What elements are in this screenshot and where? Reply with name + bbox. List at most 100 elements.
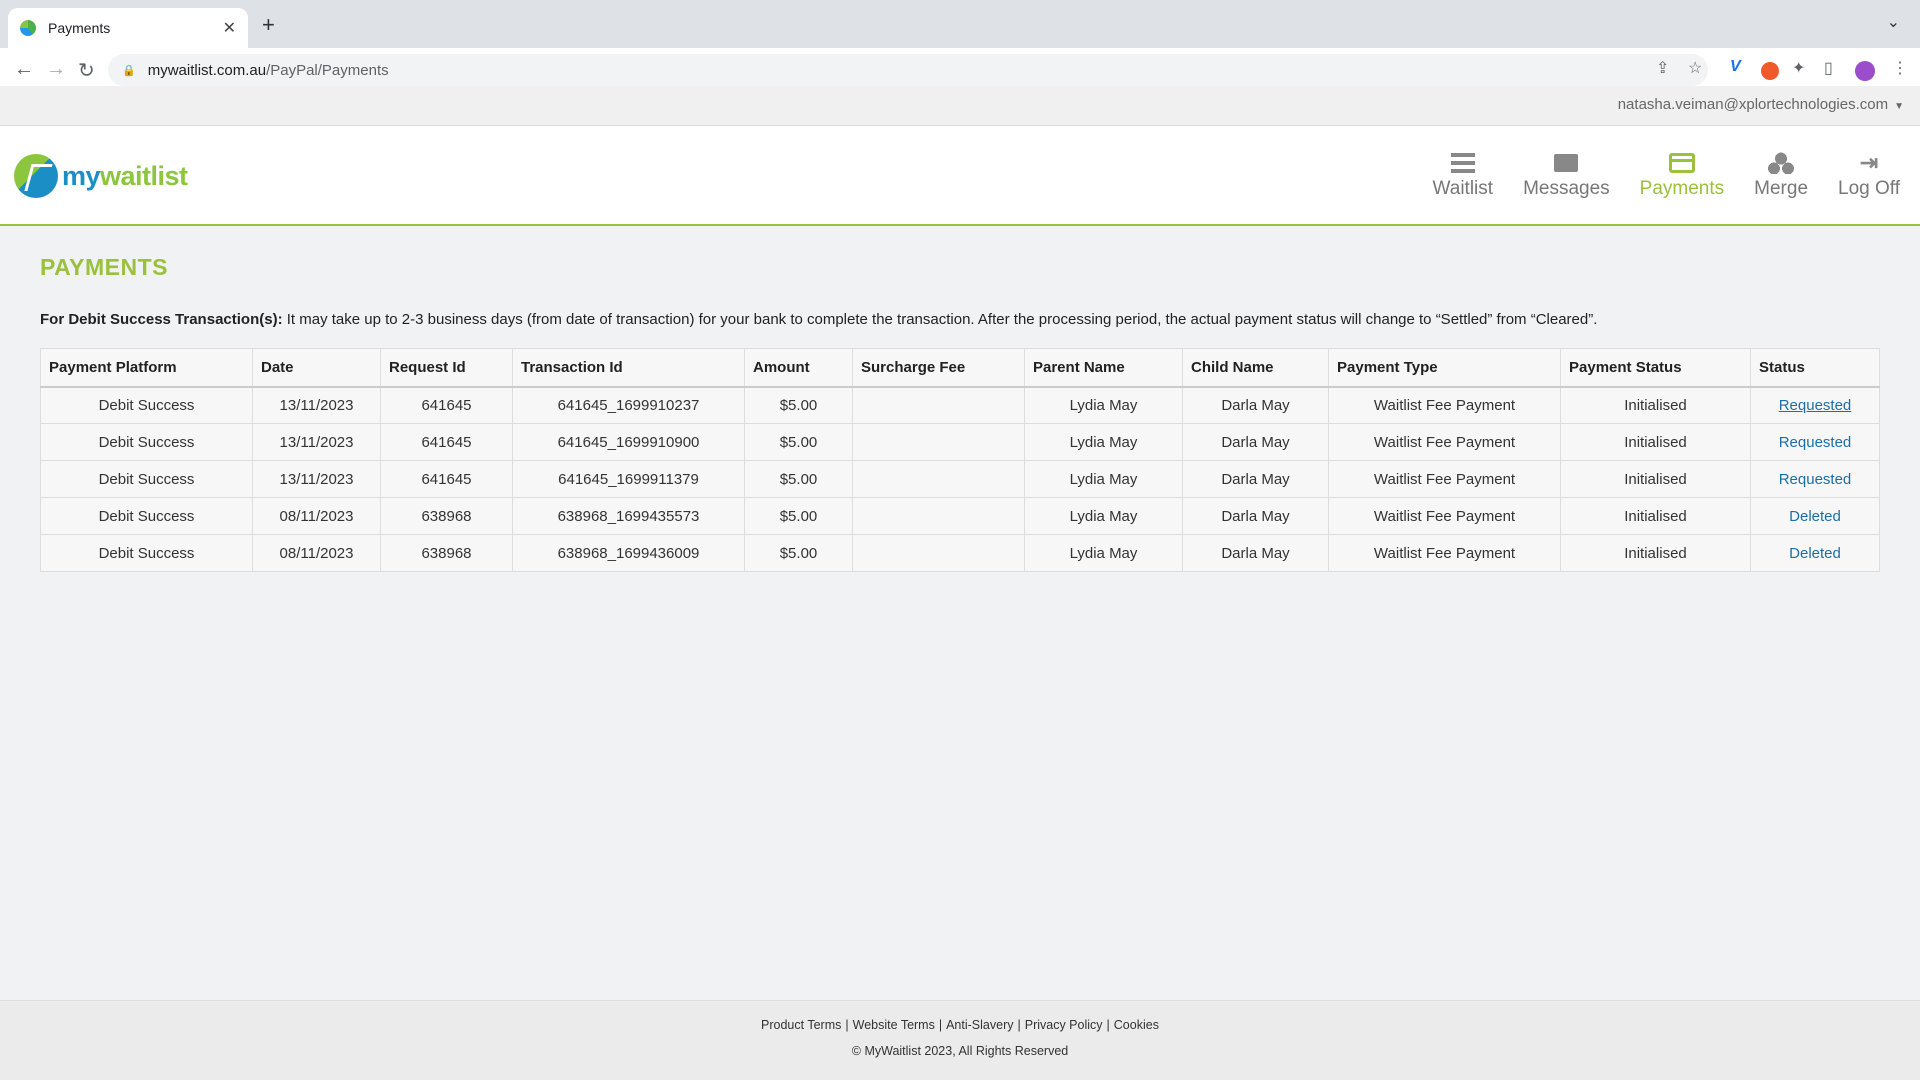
cell-surcharge-fee xyxy=(852,386,1025,424)
table-header-row: Payment Platform Date Request Id Transac… xyxy=(40,348,1880,388)
cell-transaction-id: 638968_1699436009 xyxy=(512,534,745,572)
forward-icon[interactable]: → xyxy=(46,58,66,81)
cell-date: 13/11/2023 xyxy=(252,386,381,424)
cell-transaction-id: 641645_1699910900 xyxy=(512,423,745,461)
nav-payments-label: Payments xyxy=(1639,178,1725,199)
col-payment-type[interactable]: Payment Type xyxy=(1328,348,1561,388)
user-bar: natasha.veiman@xplortechnologies.com ▼ xyxy=(0,86,1920,126)
browser-tab[interactable]: Payments ✕ xyxy=(8,8,248,48)
col-amount[interactable]: Amount xyxy=(744,348,853,388)
bookmark-star-icon[interactable]: ☆ xyxy=(1688,58,1702,78)
cell-payment-type: Waitlist Fee Payment xyxy=(1328,497,1561,535)
status-link[interactable]: Requested xyxy=(1779,434,1852,451)
share-icon[interactable]: ⇪ xyxy=(1656,58,1669,78)
cell-request-id: 641645 xyxy=(380,460,513,498)
cell-date: 13/11/2023 xyxy=(252,423,381,461)
col-payment-platform[interactable]: Payment Platform xyxy=(40,348,253,388)
col-status[interactable]: Status xyxy=(1750,348,1880,388)
nav-payments[interactable]: Payments xyxy=(1640,148,1724,200)
tab-close-icon[interactable]: ✕ xyxy=(223,18,236,38)
nav-messages[interactable]: Messages xyxy=(1523,148,1610,200)
nav-merge[interactable]: Merge xyxy=(1754,148,1808,200)
site-footer: Product Terms | Website Terms | Anti-Slavery… xyxy=(0,1000,1920,1080)
main-nav: Waitlist Messages Payments Merge ⇥ Log O… xyxy=(1403,148,1900,200)
cell-date: 08/11/2023 xyxy=(252,534,381,572)
nav-merge-label: Merge xyxy=(1754,178,1809,199)
browser-tab-bar: Payments ✕ + ⌄ xyxy=(0,0,1920,48)
logo-mark-icon xyxy=(14,154,58,198)
cell-payment-platform: Debit Success xyxy=(40,423,253,461)
nav-waitlist-label: Waitlist xyxy=(1432,178,1494,199)
lock-icon: 🔒 xyxy=(122,64,136,77)
cell-payment-status: Initialised xyxy=(1560,386,1751,424)
col-transaction-id[interactable]: Transaction Id xyxy=(512,348,745,388)
cell-status: Deleted xyxy=(1750,497,1880,535)
mywaitlist-logo[interactable]: mywaitlist xyxy=(14,154,188,198)
table-row: Debit Success 08/11/2023 638968 638968_1… xyxy=(40,497,1880,535)
cell-payment-status: Initialised xyxy=(1560,534,1751,572)
cell-status: Deleted xyxy=(1750,534,1880,572)
col-parent-name[interactable]: Parent Name xyxy=(1024,348,1183,388)
status-link[interactable]: Deleted xyxy=(1789,508,1841,525)
profile-avatar-icon[interactable] xyxy=(1855,61,1875,81)
favicon-icon xyxy=(20,20,36,36)
cell-parent-name: Lydia May xyxy=(1024,534,1183,572)
cell-status: Requested xyxy=(1750,460,1880,498)
cell-payment-type: Waitlist Fee Payment xyxy=(1328,534,1561,572)
caret-down-icon: ▼ xyxy=(1894,101,1904,112)
status-link[interactable]: Requested xyxy=(1779,471,1852,488)
url-host: mywaitlist.com.au xyxy=(147,61,267,79)
footer-separator: | xyxy=(938,1018,943,1032)
col-surcharge-fee[interactable]: Surcharge Fee xyxy=(852,348,1025,388)
footer-link-privacy-policy[interactable]: Privacy Policy xyxy=(1025,1018,1103,1032)
cell-status: Requested xyxy=(1750,423,1880,461)
nav-waitlist[interactable]: Waitlist xyxy=(1432,148,1494,200)
cell-child-name: Darla May xyxy=(1182,460,1329,498)
copyright: © MyWaitlist 2023, All Rights Reserved xyxy=(851,1044,1069,1058)
col-payment-status[interactable]: Payment Status xyxy=(1560,348,1751,388)
cell-transaction-id: 641645_1699911379 xyxy=(512,460,745,498)
footer-link-anti-slavery[interactable]: Anti-Slavery xyxy=(946,1018,1013,1032)
cell-parent-name: Lydia May xyxy=(1024,386,1183,424)
footer-link-cookies[interactable]: Cookies xyxy=(1114,1018,1159,1032)
cell-request-id: 641645 xyxy=(380,423,513,461)
list-icon xyxy=(1450,148,1475,178)
payments-table: Payment Platform Date Request Id Transac… xyxy=(40,348,1880,572)
footer-separator: | xyxy=(1106,1018,1110,1032)
debit-success-notice: For Debit Success Transaction(s): It may… xyxy=(40,311,1880,328)
col-child-name[interactable]: Child Name xyxy=(1182,348,1329,388)
extensions-puzzle-icon[interactable]: ✦ xyxy=(1792,58,1805,78)
table-row: Debit Success 13/11/2023 641645 641645_1… xyxy=(40,423,1880,461)
page-title: PAYMENTS xyxy=(40,254,168,280)
cell-amount: $5.00 xyxy=(744,386,853,424)
status-link[interactable]: Deleted xyxy=(1789,545,1841,562)
reload-icon[interactable]: ↻ xyxy=(78,58,95,83)
cell-payment-platform: Debit Success xyxy=(40,460,253,498)
nav-log-off[interactable]: ⇥ Log Off xyxy=(1838,148,1900,200)
table-row: Debit Success 13/11/2023 641645 641645_1… xyxy=(40,386,1880,424)
user-menu[interactable]: natasha.veiman@xplortechnologies.com ▼ xyxy=(1618,96,1904,113)
site-header: mywaitlist Waitlist Messages Payments Me… xyxy=(0,126,1920,226)
browser-menu-icon[interactable]: ⋮ xyxy=(1892,58,1908,78)
back-icon[interactable]: ← xyxy=(14,58,34,81)
cell-child-name: Darla May xyxy=(1182,386,1329,424)
address-bar[interactable]: 🔒 mywaitlist.com.au/PayPal/Payments xyxy=(108,54,1708,86)
new-tab-icon[interactable]: + xyxy=(262,12,275,38)
tab-search-icon[interactable]: ⌄ xyxy=(1887,12,1900,32)
col-date[interactable]: Date xyxy=(252,348,381,388)
table-row: Debit Success 08/11/2023 638968 638968_1… xyxy=(40,534,1880,572)
side-panel-icon[interactable]: ▯ xyxy=(1824,58,1833,78)
cell-transaction-id: 638968_1699435573 xyxy=(512,497,745,535)
cell-child-name: Darla May xyxy=(1182,497,1329,535)
footer-link-website-terms[interactable]: Website Terms xyxy=(853,1018,935,1032)
extension-orange-icon[interactable] xyxy=(1761,62,1779,80)
cell-surcharge-fee xyxy=(852,497,1025,535)
col-request-id[interactable]: Request Id xyxy=(380,348,513,388)
url-path: /PayPal/Payments xyxy=(266,61,389,79)
footer-link-product-terms[interactable]: Product Terms xyxy=(761,1018,841,1032)
vimeo-extension-icon[interactable]: V xyxy=(1730,58,1741,76)
nav-log-off-label: Log Off xyxy=(1838,178,1900,199)
notice-text: It may take up to 2-3 business days (fro… xyxy=(282,311,1598,328)
status-link[interactable]: Requested xyxy=(1779,397,1852,414)
footer-separator: | xyxy=(845,1018,849,1032)
